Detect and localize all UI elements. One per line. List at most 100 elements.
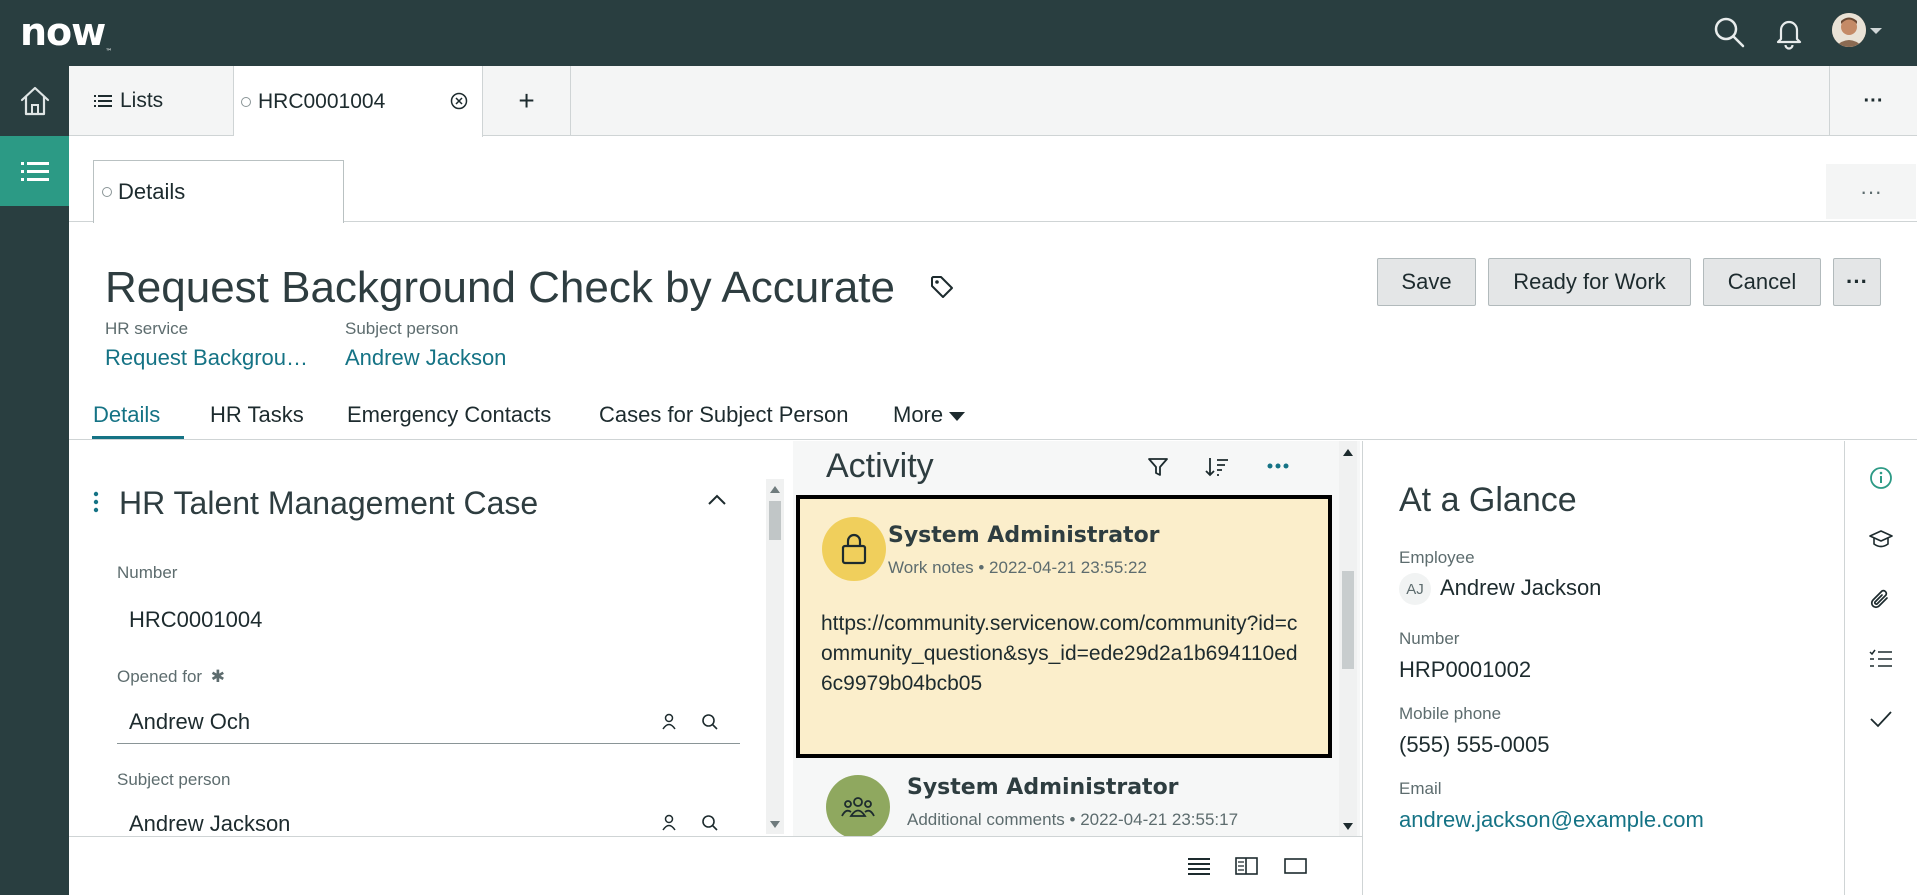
list-nav-icon[interactable]: [0, 136, 69, 206]
scroll-up-arrow[interactable]: [770, 486, 780, 493]
form-tabs: Details HR Tasks Emergency Contacts Case…: [69, 390, 1917, 440]
lock-icon: [822, 517, 886, 581]
active-tab-indicator: [92, 436, 184, 439]
glance-title: At a Glance: [1399, 481, 1577, 519]
number-label: Number: [117, 563, 178, 582]
number-field: HRC0001004: [129, 607, 263, 632]
tab-lists[interactable]: Lists: [69, 66, 234, 136]
scroll-thumb[interactable]: [769, 501, 781, 540]
opened-for-underline: [117, 743, 740, 744]
chevron-down-icon: [949, 411, 966, 421]
more-actions-button[interactable]: ···: [1833, 258, 1881, 306]
section-menu-icon[interactable]: [93, 491, 99, 513]
scroll-down-arrow[interactable]: [1343, 823, 1353, 830]
save-button[interactable]: Save: [1377, 258, 1476, 306]
activity-title: Activity: [826, 447, 934, 485]
search-icon[interactable]: [1710, 13, 1748, 51]
attachment-icon[interactable]: [1869, 587, 1893, 613]
opened-for-field[interactable]: Andrew Och: [129, 709, 250, 735]
tab-more-label: More: [893, 402, 944, 427]
status-dot-icon: [241, 96, 251, 107]
tab-hr-tasks[interactable]: HR Tasks: [210, 402, 304, 428]
activity-more-icon[interactable]: [1267, 463, 1289, 469]
lookup-search-icon[interactable]: [701, 814, 719, 832]
scroll-thumb[interactable]: [1342, 571, 1354, 669]
tab-lists-label: Lists: [120, 89, 164, 112]
employee-value[interactable]: Andrew Jackson: [1440, 575, 1601, 601]
tab-record[interactable]: HRC0001004: [234, 66, 483, 137]
workspace-tab-strip: Lists HRC0001004 + ···: [69, 66, 1917, 137]
employee-label: Employee: [1399, 548, 1475, 567]
tab-details[interactable]: Details: [93, 402, 160, 428]
scroll-down-arrow[interactable]: [770, 821, 780, 828]
left-rail: [0, 66, 69, 895]
scroll-up-arrow[interactable]: [1343, 449, 1353, 456]
subtab-overflow-label: ···: [1860, 178, 1882, 204]
avatar: AJ: [1399, 573, 1431, 605]
cancel-button[interactable]: Cancel: [1703, 258, 1821, 306]
email-label: Email: [1399, 779, 1442, 798]
right-rail: [1844, 441, 1917, 895]
check-icon[interactable]: [1869, 709, 1893, 729]
list-layout-icon[interactable]: [1188, 857, 1212, 875]
at-a-glance-panel: At a Glance Employee AJ Andrew Jackson N…: [1362, 441, 1844, 895]
form-panel: HR Talent Management Case Number HRC0001…: [69, 441, 791, 836]
status-dot-icon: [102, 187, 112, 197]
split-layout-icon[interactable]: [1235, 857, 1259, 875]
section-title: HR Talent Management Case: [119, 485, 539, 521]
activity-entry-work-note[interactable]: System Administrator Work notes • 2022-0…: [796, 495, 1332, 758]
form-scrollbar[interactable]: [766, 479, 784, 834]
servicenow-logo[interactable]: now™: [20, 10, 112, 56]
hr-service-label: HR service: [105, 319, 189, 338]
add-tab-button[interactable]: +: [483, 66, 571, 136]
required-icon: ✱: [210, 667, 226, 686]
user-avatar[interactable]: [1832, 13, 1866, 47]
chevron-up-icon[interactable]: [707, 493, 727, 507]
subject-person-field[interactable]: Andrew Jackson: [129, 811, 290, 836]
sort-icon[interactable]: [1204, 455, 1230, 479]
checklist-icon[interactable]: [1869, 649, 1893, 669]
sub-tab-strip: Details ···: [69, 136, 1917, 223]
tab-more[interactable]: More: [893, 402, 966, 428]
tab-emergency-contacts[interactable]: Emergency Contacts: [347, 402, 551, 428]
subject-person-link[interactable]: Andrew Jackson: [345, 345, 506, 371]
entry-meta: Work notes • 2022-04-21 23:55:22: [888, 558, 1147, 577]
person-icon[interactable]: [661, 814, 677, 832]
subtab-details-label: Details: [118, 179, 186, 204]
tab-overflow-button[interactable]: ···: [1829, 66, 1917, 136]
info-icon[interactable]: [1869, 466, 1893, 490]
mobile-phone-label: Mobile phone: [1399, 704, 1502, 723]
tab-record-label: HRC0001004: [258, 89, 386, 113]
home-icon[interactable]: [0, 66, 69, 136]
subject-person-field-label: Subject person: [117, 770, 231, 789]
opened-for-label-text: Opened for: [117, 667, 203, 686]
person-icon[interactable]: [661, 713, 677, 731]
group-icon: [826, 775, 890, 836]
close-tab-icon[interactable]: [450, 92, 468, 110]
activity-panel: Activity System Administrator Work notes…: [793, 441, 1360, 836]
hr-service-link[interactable]: Request Backgrou…: [105, 345, 308, 371]
glance-number-value: HRP0001002: [1399, 657, 1532, 682]
ready-for-work-button[interactable]: Ready for Work: [1488, 258, 1691, 306]
subtab-details[interactable]: Details: [93, 160, 344, 223]
top-navigation-bar: now™: [0, 0, 1917, 66]
subtab-overflow-button[interactable]: ···: [1826, 164, 1916, 219]
graduation-cap-icon[interactable]: [1869, 528, 1893, 550]
mobile-phone-value: (555) 555-0005: [1399, 732, 1550, 757]
tab-cases-for-subject-person[interactable]: Cases for Subject Person: [599, 402, 848, 428]
activity-scrollbar[interactable]: [1339, 441, 1357, 836]
entry-author: System Administrator: [888, 523, 1160, 548]
bell-icon[interactable]: [1770, 13, 1808, 51]
email-link[interactable]: andrew.jackson@example.com: [1399, 807, 1704, 833]
tag-icon[interactable]: [929, 274, 955, 300]
entry-meta: Additional comments • 2022-04-21 23:55:1…: [907, 810, 1239, 829]
avatar-dropdown-caret[interactable]: [1870, 28, 1882, 34]
single-layout-icon[interactable]: [1284, 857, 1308, 875]
entry-body: https://community.servicenow.com/communi…: [821, 612, 1298, 695]
subject-person-label: Subject person: [345, 319, 459, 338]
tab-overflow-label: ···: [1863, 89, 1884, 112]
layout-toolbar: [69, 836, 1362, 895]
lookup-search-icon[interactable]: [701, 713, 719, 731]
list-icon: [94, 95, 112, 107]
filter-icon[interactable]: [1146, 455, 1170, 479]
